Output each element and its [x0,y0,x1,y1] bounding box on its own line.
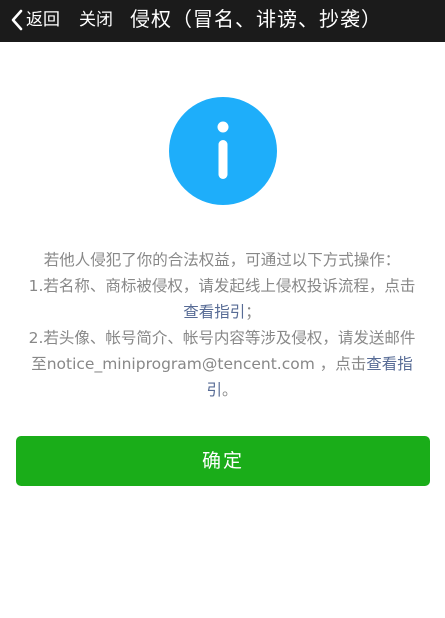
message-item-1-end: ； [245,303,261,321]
message-item-1-text: 1.若名称、商标被侵权，请发起线上侵权投诉流程，点击 [28,277,416,295]
message-intro: 若他人侵犯了你的合法权益，可通过以下方式操作： [43,251,401,269]
info-icon [169,97,277,205]
back-button[interactable]: 返回 [10,7,60,33]
message-item-2: 2.若头像、帐号简介、帐号内容等涉及侵权，请发送邮件至notice_minipr… [22,325,422,403]
confirm-button[interactable]: 确定 [16,436,430,486]
message-item-2-text: 2.若头像、帐号简介、帐号内容等涉及侵权，请发送邮件至notice_minipr… [28,329,416,373]
back-label: 返回 [26,10,60,30]
top-bar: 返回 关闭 侵权（冒名、诽谤、抄袭） [0,0,445,42]
page-title: 侵权（冒名、诽谤、抄袭） [130,7,382,31]
message-item-1: 1.若名称、商标被侵权，请发起线上侵权投诉流程，点击查看指引； [22,273,422,325]
chevron-left-icon [10,9,23,31]
message-text: 若他人侵犯了你的合法权益，可通过以下方式操作： 1.若名称、商标被侵权，请发起线… [22,247,422,403]
close-button[interactable]: 关闭 [79,7,113,33]
view-guide-link-1[interactable]: 查看指引 [183,303,245,321]
message-item-2-end: 。 [222,381,238,399]
